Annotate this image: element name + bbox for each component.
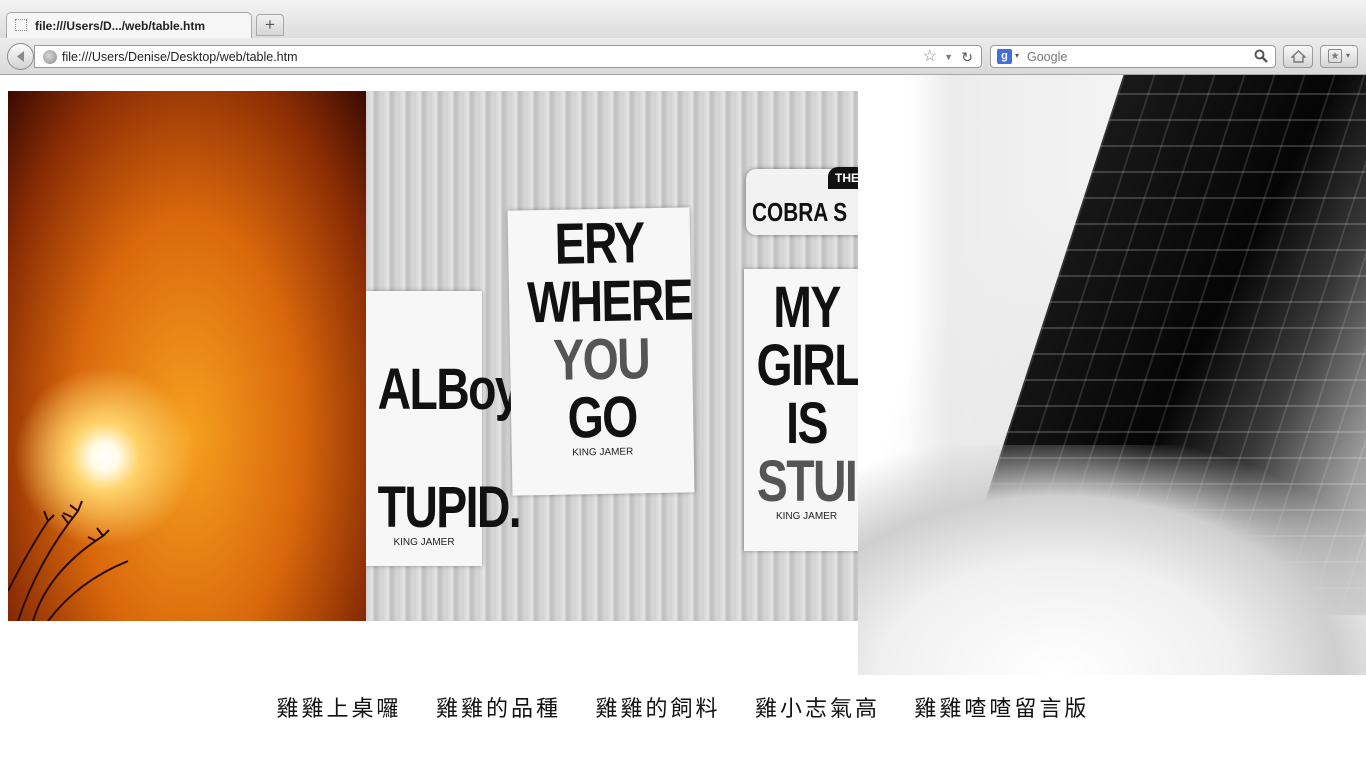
tab-title: file:///Users/D.../web/table.htm: [35, 19, 206, 33]
site-nav-menu: 雞雞上桌囉 雞雞的品種 雞雞的飼料 雞小志氣高 雞雞喳喳留言版: [0, 695, 1366, 735]
poster-right-line-4: STUI: [756, 449, 858, 514]
street-posters-image: ALBoy TUPID. KING JAMER ERY WHERE YOU GO…: [366, 91, 858, 621]
bookmarks-button[interactable]: ★ ▾: [1320, 45, 1358, 68]
poster-center: ERY WHERE YOU GO KING JAMER: [507, 207, 695, 496]
poster-left-line-1: ALBoy: [377, 357, 521, 422]
back-button[interactable]: [7, 43, 34, 70]
street-sign-top: THE: [828, 167, 858, 189]
browser-tab[interactable]: file:///Users/D.../web/table.htm: [6, 12, 252, 38]
navigation-toolbar: file:///Users/Denise/Desktop/web/table.h…: [0, 38, 1366, 75]
home-button[interactable]: [1283, 45, 1313, 68]
street-sign-text: COBRA S: [752, 197, 848, 227]
new-tab-button[interactable]: +: [256, 14, 284, 36]
poster-right: MY GIRL IS STUI KING JAMER: [744, 269, 858, 551]
street-sign: THE COBRA S: [746, 167, 858, 235]
url-text[interactable]: file:///Users/Denise/Desktop/web/table.h…: [62, 50, 298, 64]
address-bar[interactable]: file:///Users/Denise/Desktop/web/table.h…: [34, 45, 982, 68]
poster-right-line-3: IS: [786, 391, 828, 456]
bookmarks-icon: ★: [1328, 49, 1342, 63]
home-icon: [1291, 50, 1306, 63]
engine-dropdown-icon[interactable]: ▾: [1015, 51, 1019, 60]
water-splash: [858, 445, 1366, 675]
search-icon[interactable]: [1254, 49, 1268, 63]
poster-center-line-3: YOU: [552, 326, 650, 393]
poster-right-line-2: GIRL: [756, 333, 859, 398]
sunset-image: [8, 91, 366, 621]
site-identity-icon[interactable]: [43, 50, 57, 64]
poster-right-line-1: MY: [773, 275, 841, 340]
poster-center-line-2: WHERE: [526, 267, 693, 336]
tab-strip: file:///Users/D.../web/table.htm +: [0, 0, 1366, 39]
nav-link-ambition[interactable]: 雞小志氣高: [755, 695, 880, 725]
bookmark-star-icon[interactable]: ☆: [923, 48, 937, 66]
poster-center-line-1: ERY: [554, 210, 645, 277]
page-viewport: ALBoy TUPID. KING JAMER ERY WHERE YOU GO…: [0, 75, 1366, 768]
poster-left: ALBoy TUPID. KING JAMER: [366, 291, 522, 566]
nav-link-feed[interactable]: 雞雞的飼料: [595, 695, 720, 725]
reload-icon[interactable]: ↻: [961, 49, 973, 65]
back-arrow-icon: [17, 51, 24, 62]
google-engine-icon[interactable]: g: [997, 49, 1012, 64]
blank-page-icon: [15, 19, 27, 31]
search-input[interactable]: Google: [1027, 50, 1067, 64]
nav-link-breeds[interactable]: 雞雞的品種: [436, 695, 561, 725]
history-dropdown-icon[interactable]: ▼: [944, 50, 953, 64]
nav-link-serving[interactable]: 雞雞上桌囉: [277, 695, 402, 725]
skyscraper-image: [858, 75, 1366, 675]
search-bar[interactable]: g ▾ Google: [990, 45, 1276, 68]
poster-left-line-2: TUPID.: [377, 475, 522, 540]
bookmarks-dropdown-icon: ▾: [1346, 51, 1351, 60]
poster-center-line-4: GO: [567, 384, 638, 451]
reeds-silhouette: [8, 500, 129, 621]
nav-link-guestbook[interactable]: 雞雞喳喳留言版: [914, 695, 1089, 725]
